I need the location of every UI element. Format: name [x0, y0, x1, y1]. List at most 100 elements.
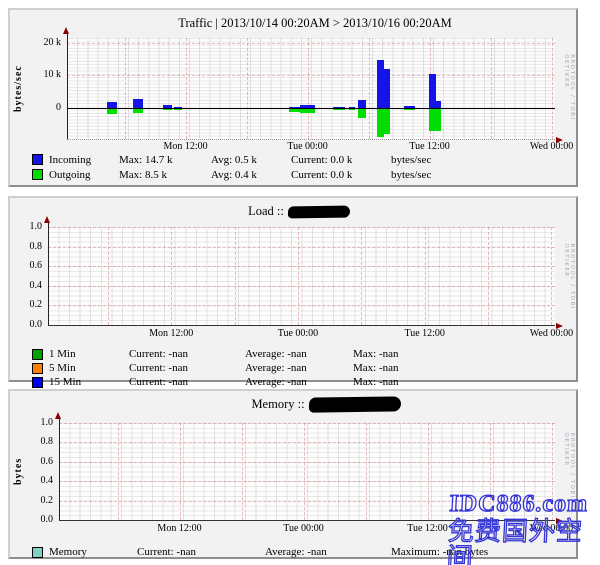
grid-major-vline: [428, 423, 429, 520]
grid-major-hline: [59, 481, 555, 482]
legend-series-label: 1 Min: [49, 348, 129, 360]
y-tick-label: 0.8: [6, 241, 42, 252]
y-tick-label: 0.2: [6, 299, 42, 310]
legend-stat: Max: 8.5 k: [119, 169, 211, 181]
outgoing-bar: [163, 109, 172, 110]
grid-major-vline: [186, 38, 187, 139]
grid-major-vline: [551, 227, 552, 325]
outgoing-bar: [133, 109, 143, 113]
x-tick-label: Tue 00:00: [276, 141, 340, 152]
y-tick-label: 10 k: [25, 69, 61, 80]
traffic-graph-title: Traffic | 2013/10/14 00:20AM > 2013/10/1…: [32, 16, 598, 31]
x-tick-label: Mon 12:00: [139, 328, 203, 339]
legend-row: OutgoingMax: 8.5 kAvg: 0.4 kCurrent: 0.0…: [32, 167, 431, 182]
legend-stat: Max: -nan: [353, 376, 399, 388]
grid-major-hline: [48, 305, 555, 306]
legend-stat: Current: 0.0 k: [291, 169, 391, 181]
y-axis-title: bytes/sec: [13, 38, 24, 139]
y-tick-label: 0.6: [6, 260, 42, 271]
load-graph-title: Load ::: [16, 204, 582, 219]
legend-row: 5 MinCurrent: -nanAverage: -nanMax: -nan: [32, 361, 399, 375]
legend-stat: Max: -nan: [353, 348, 399, 360]
grid-major-vline: [118, 423, 119, 520]
y-tick-label: 0.4: [6, 280, 42, 291]
outgoing-bar: [377, 109, 384, 137]
incoming-swatch-icon: [32, 154, 43, 165]
outgoing-bar: [404, 109, 415, 110]
grid-major-vline: [298, 227, 299, 325]
grid-major-vline: [308, 38, 309, 139]
grid-major-vline: [108, 227, 109, 325]
x-axis: [67, 139, 555, 140]
y-tick-label: 0.0: [6, 319, 42, 330]
outgoing-swatch-icon: [32, 169, 43, 180]
incoming-bar: [384, 69, 390, 108]
legend-stat: bytes/sec: [391, 169, 431, 181]
memory-title-text: Memory ::: [251, 397, 304, 412]
incoming-bar: [429, 74, 436, 108]
outgoing-bar: [358, 109, 366, 118]
incoming-bar: [377, 60, 384, 108]
redacted-hostname: [308, 396, 401, 412]
rrdtool-watermark: RRDTOOL / TOBI OETIKER: [563, 54, 575, 142]
rrdtool-watermark: RRDTOOL / TOBI OETIKER: [563, 244, 575, 335]
grid-major-vline: [552, 38, 553, 139]
grid-major-vline: [171, 227, 172, 325]
traffic-plot: [67, 38, 555, 139]
x-tick-label: Tue 12:00: [393, 328, 457, 339]
legend-stat: Current: -nan: [129, 376, 245, 388]
y-axis: [67, 34, 68, 139]
grid-major-vline: [235, 227, 236, 325]
idc886-watermark-url: IDC886.com: [449, 492, 600, 516]
y-axis: [48, 223, 49, 325]
grid-major-vline: [361, 227, 362, 325]
incoming-bar: [133, 99, 143, 107]
memory-legend: MemoryCurrent: -nanAverage: -nanMaximum:…: [32, 545, 488, 559]
legend-stat: Average: -nan: [265, 546, 391, 558]
legend-series-label: Outgoing: [49, 169, 119, 181]
grid-major-vline: [180, 423, 181, 520]
redacted-hostname: [288, 205, 351, 218]
legend-stat: Max: -nan: [353, 362, 399, 374]
outgoing-bar: [174, 109, 182, 110]
x-tick-label: Wed 00:00: [520, 141, 584, 152]
grid-major-vline: [366, 423, 367, 520]
legend-series-label: Memory: [49, 546, 137, 558]
idc886-watermark-cjk: 免费国外空间: [446, 519, 600, 565]
graphs-page: Traffic | 2013/10/14 00:20AM > 2013/10/1…: [0, 0, 600, 565]
traffic-title-text: Traffic | 2013/10/14 00:20AM > 2013/10/1…: [178, 16, 451, 31]
legend-stat: Current: -nan: [137, 546, 265, 558]
grid-major-vline: [242, 423, 243, 520]
legend-series-label: 5 Min: [49, 362, 129, 374]
legend-stat: Avg: 0.5 k: [211, 154, 291, 166]
5-min-swatch-icon: [32, 363, 43, 374]
grid-major-hline: [59, 442, 555, 443]
outgoing-bar: [384, 109, 390, 134]
grid-major-vline: [304, 423, 305, 520]
outgoing-bar: [107, 109, 117, 114]
x-axis: [48, 325, 555, 326]
legend-stat: Average: -nan: [245, 348, 353, 360]
grid-major-hline: [59, 462, 555, 463]
legend-row: 15 MinCurrent: -nanAverage: -nanMax: -na…: [32, 375, 399, 389]
load-legend: 1 MinCurrent: -nanAverage: -nanMax: -nan…: [32, 347, 399, 389]
legend-stat: bytes/sec: [391, 154, 431, 166]
x-tick-label: Tue 00:00: [266, 328, 330, 339]
x-tick-label: Tue 12:00: [398, 141, 462, 152]
grid-major-hline: [48, 286, 555, 287]
outgoing-bar: [300, 109, 315, 113]
load-graph-panel[interactable]: Load :: RRDTOOL / TOBI OETIKER 1.00.80.6…: [8, 196, 578, 382]
legend-stat: Current: -nan: [129, 348, 245, 360]
zero-line: [67, 108, 555, 109]
traffic-graph-panel[interactable]: Traffic | 2013/10/14 00:20AM > 2013/10/1…: [8, 8, 578, 187]
grid-major-vline: [488, 227, 489, 325]
legend-stat: Current: 0.0 k: [291, 154, 391, 166]
x-tick-label: Tue 00:00: [272, 523, 336, 534]
grid-major-hline: [67, 75, 555, 76]
legend-stat: Max: 14.7 k: [119, 154, 211, 166]
15-min-swatch-icon: [32, 377, 43, 388]
y-axis-arrow-icon: [44, 216, 50, 223]
x-tick-label: Wed 00:00: [519, 328, 583, 339]
outgoing-bar: [436, 109, 441, 131]
legend-stat: Average: -nan: [245, 376, 353, 388]
